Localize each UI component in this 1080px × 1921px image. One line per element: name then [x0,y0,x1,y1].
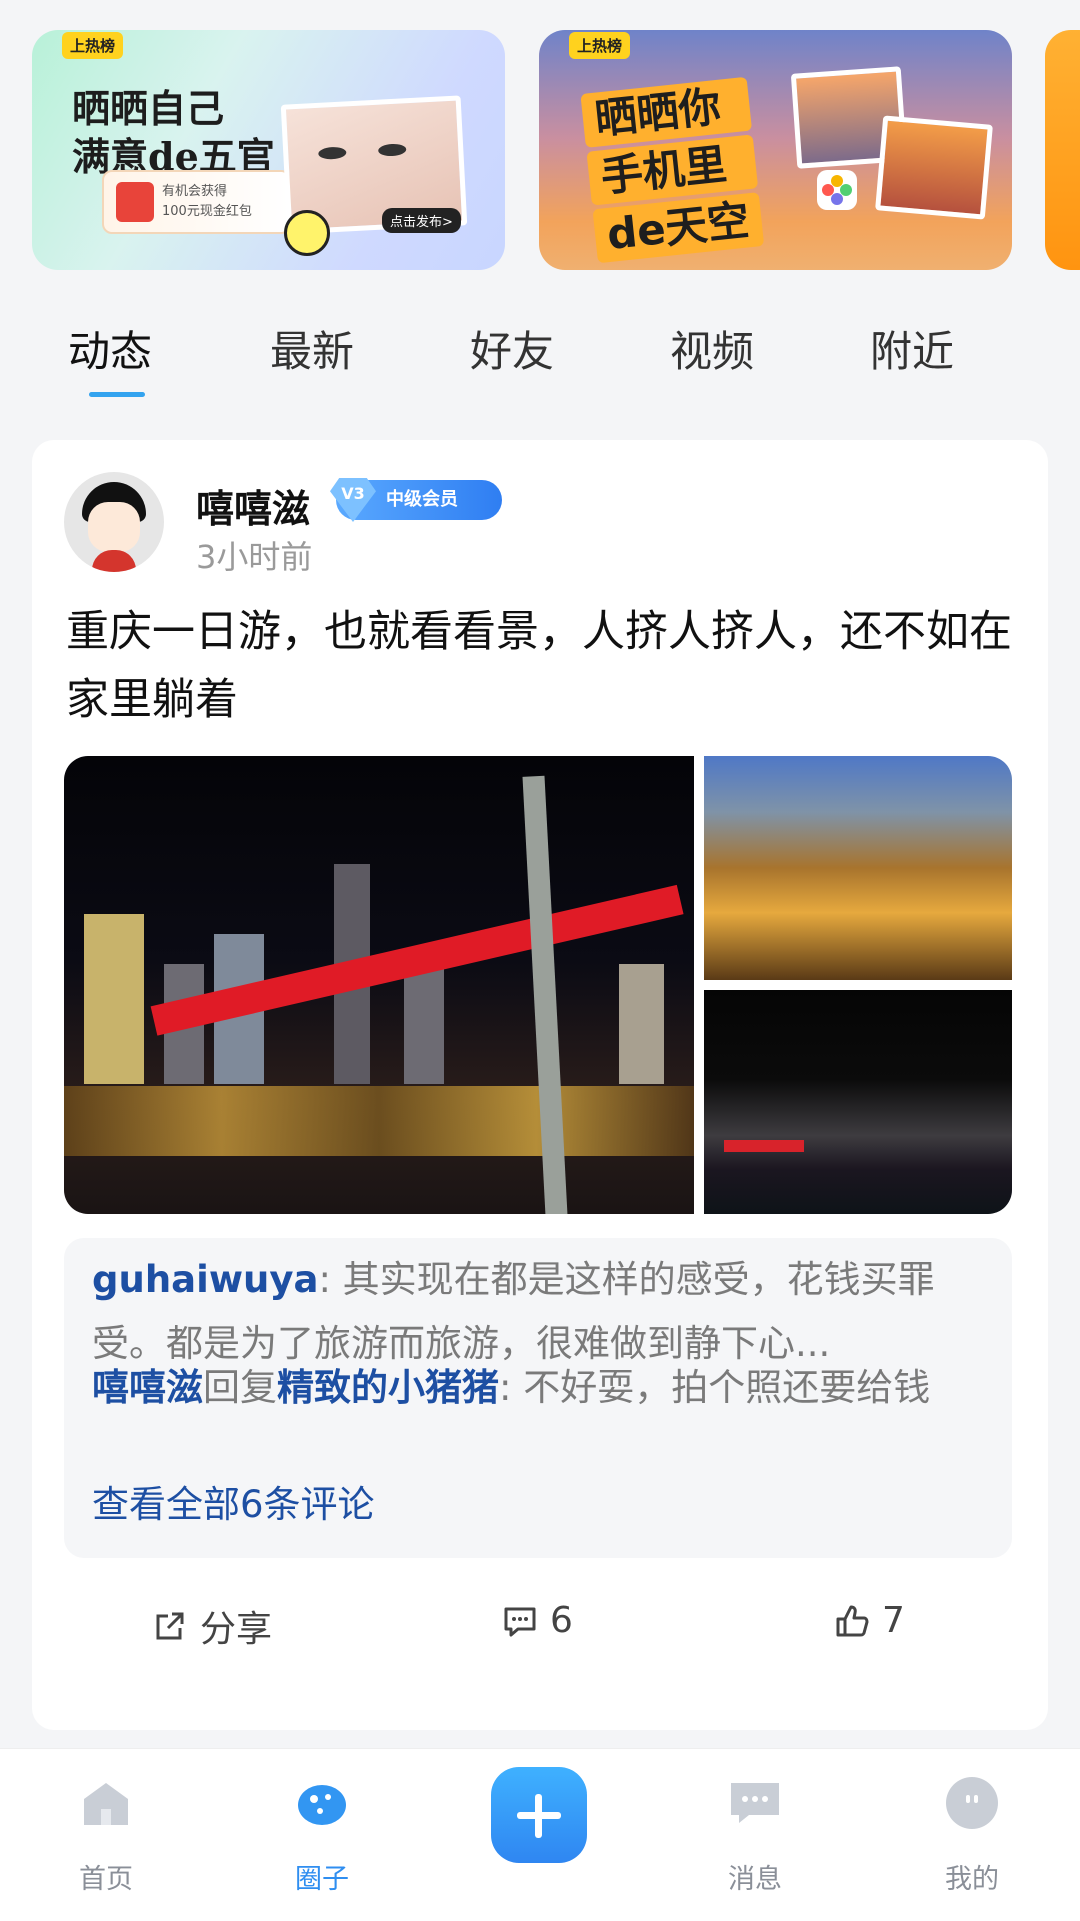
tab-zuixin[interactable]: 最新 [270,318,354,379]
banner-title: 晒晒你 手机里 de天空 [580,76,764,267]
thumbs-up-icon [836,1605,869,1636]
hot-list-tag: 上热榜 [62,32,124,59]
banner-next-peek[interactable] [1045,30,1080,270]
profile-icon [946,1777,998,1829]
feed-tabs: 动态 最新 好友 视频 附近 [0,318,1080,408]
post-username[interactable]: 嘻嘻滋 [196,478,310,533]
comment-icon [504,1607,536,1636]
photo-hongyadong[interactable] [704,756,1012,980]
banner-sky-campaign[interactable]: 上热榜 晒晒你 手机里 de天空 [539,30,1012,270]
home-icon [84,1783,128,1825]
member-badge: V3 中级会员 [330,478,502,522]
share-button[interactable]: 分享 [150,1600,272,1652]
red-packet-coupon: 有机会获得 100元现金红包 [102,170,291,234]
avatar[interactable] [64,472,164,572]
sunset-photo [875,115,993,220]
reply-target[interactable]: 精致的小猪猪 [277,1366,499,1409]
publish-cta[interactable]: 点击发布> [382,208,461,233]
red-envelope-icon [116,182,154,222]
diamond-icon: V3 [330,478,376,522]
share-icon [156,1612,184,1640]
message-icon [731,1783,779,1823]
photo-skyline-night[interactable] [704,990,1012,1214]
banner-title: 晒晒自己 满意de五官 [72,86,275,179]
comment-preview[interactable]: guhaiwuya: 其实现在都是这样的感受，花钱买罪受。都是为了旅游而旅游，很… [64,1238,1012,1558]
comment-button[interactable]: 6 [500,1600,573,1641]
comment-author[interactable]: 嘻嘻滋 [92,1366,203,1409]
post-text: 重庆一日游，也就看看景，人挤人挤人，还不如在家里躺着 [66,607,1012,725]
view-all-comments-link[interactable]: 查看全部6条评论 [92,1474,375,1528]
banner-carousel[interactable]: 上热榜 晒晒自己 满意de五官 有机会获得 100元现金红包 点击发布> 上热榜… [0,30,1080,275]
hot-list-tag: 上热榜 [569,32,631,59]
comment-item: 嘻嘻滋回复精致的小猪猪: 不好耍，拍个照还要给钱 [92,1366,931,1409]
tab-shipin[interactable]: 视频 [670,318,754,379]
banner-selfie-campaign[interactable]: 上热榜 晒晒自己 满意de五官 有机会获得 100元现金红包 点击发布> [32,30,505,270]
comment-author[interactable]: guhaiwuya [92,1258,318,1301]
nav-profile[interactable]: 我的 [902,1749,1042,1921]
nav-home[interactable]: 首页 [36,1749,176,1921]
bottom-nav: 首页 圈子 消息 我的 [0,1748,1080,1921]
nav-circle[interactable]: 圈子 [252,1749,392,1921]
tab-fujin[interactable]: 附近 [870,318,954,379]
post-card[interactable]: 嘻嘻滋 V3 中级会员 3小时前 重庆一日游，也就看看景，人挤人挤人，还不如在家… [32,440,1048,1730]
smiley-icon [284,210,330,256]
post-time: 3小时前 [196,538,313,576]
add-post-button[interactable] [491,1767,587,1863]
photo-grid [64,756,1012,1214]
circle-icon [298,1785,346,1825]
photos-app-icon [817,170,857,210]
tab-haoyou[interactable]: 好友 [470,318,554,379]
photo-bridge-night[interactable] [64,756,694,1214]
post-actions: 分享 6 7 [32,1590,1048,1670]
like-button[interactable]: 7 [832,1600,905,1641]
active-tab-indicator [89,392,145,397]
nav-messages[interactable]: 消息 [685,1749,825,1921]
tab-dongtai[interactable]: 动态 [68,318,152,379]
